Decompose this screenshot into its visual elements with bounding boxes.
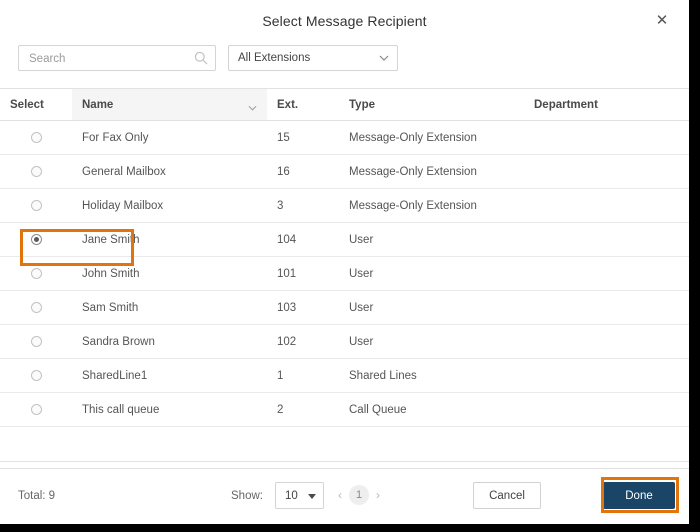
row-ext: 103 [267, 290, 339, 325]
row-name: Holiday Mailbox [72, 188, 267, 223]
row-ext: 1 [267, 358, 339, 393]
table-empty-filler [0, 427, 689, 462]
row-type: User [339, 222, 524, 257]
radio-button[interactable] [30, 403, 42, 415]
row-type: Message-Only Extension [339, 154, 524, 189]
radio-button[interactable] [30, 165, 42, 177]
column-header-name[interactable]: Name [72, 88, 267, 121]
row-select-cell[interactable] [0, 324, 72, 359]
page-size-select[interactable]: 10 [275, 482, 324, 509]
row-type: Shared Lines [339, 358, 524, 393]
column-header-ext[interactable]: Ext. [267, 88, 339, 121]
row-name: Sandra Brown [72, 324, 267, 359]
row-ext: 101 [267, 256, 339, 291]
table-row[interactable]: Sam Smith 103 User [0, 290, 689, 325]
pagination: ‹ 1 › [336, 484, 382, 506]
row-select-cell[interactable] [0, 120, 72, 155]
select-message-recipient-dialog: Select Message Recipient ✕ All Extension… [0, 0, 689, 524]
row-select-cell[interactable] [0, 222, 72, 257]
row-department [524, 392, 689, 427]
radio-button[interactable] [30, 267, 42, 279]
row-department [524, 188, 689, 223]
radio-button[interactable] [30, 301, 42, 313]
row-department [524, 120, 689, 155]
page-title: Select Message Recipient [262, 13, 427, 29]
row-name: Jane Smith [72, 222, 267, 257]
radio-button[interactable] [30, 335, 42, 347]
row-select-cell[interactable] [0, 358, 72, 393]
recipients-table: Select Name Ext. Type Department For Fax… [0, 88, 689, 427]
total-count-label: Total: 9 [18, 490, 56, 502]
row-select-cell[interactable] [0, 392, 72, 427]
search-icon [194, 51, 208, 65]
table-row[interactable]: For Fax Only 15 Message-Only Extension [0, 120, 689, 155]
table-row[interactable]: John Smith 101 User [0, 256, 689, 291]
chevron-left-icon[interactable]: ‹ [336, 488, 344, 502]
extension-filter-value: All Extensions [238, 52, 311, 64]
column-header-select[interactable]: Select [0, 88, 72, 121]
row-select-cell[interactable] [0, 188, 72, 223]
row-type: Message-Only Extension [339, 120, 524, 155]
radio-button[interactable] [30, 199, 42, 211]
search-box[interactable] [18, 45, 216, 72]
radio-button[interactable] [30, 369, 42, 381]
table-header-row: Select Name Ext. Type Department [0, 88, 689, 121]
row-select-cell[interactable] [0, 256, 72, 291]
row-type: User [339, 324, 524, 359]
row-name: Sam Smith [72, 290, 267, 325]
row-name: SharedLine1 [72, 358, 267, 393]
row-type: Message-Only Extension [339, 188, 524, 223]
chevron-down-icon [248, 102, 257, 111]
radio-button-selected[interactable] [30, 233, 42, 245]
row-ext: 16 [267, 154, 339, 189]
chevron-right-icon[interactable]: › [374, 488, 382, 502]
page-number-1[interactable]: 1 [349, 485, 369, 505]
dialog-footer: Total: 9 Show: 10 ‹ 1 › Cancel Done [0, 469, 689, 524]
table-row[interactable]: Jane Smith 104 User [0, 222, 689, 257]
row-ext: 104 [267, 222, 339, 257]
row-select-cell[interactable] [0, 290, 72, 325]
caret-down-icon [308, 494, 316, 499]
row-ext: 3 [267, 188, 339, 223]
row-department [524, 358, 689, 393]
row-department [524, 290, 689, 325]
row-ext: 102 [267, 324, 339, 359]
row-department [524, 222, 689, 257]
page-size-value: 10 [285, 490, 298, 502]
extension-filter-dropdown[interactable]: All Extensions [228, 45, 398, 71]
table-row[interactable]: This call queue 2 Call Queue [0, 392, 689, 427]
row-ext: 15 [267, 120, 339, 155]
row-department [524, 256, 689, 291]
row-department [524, 324, 689, 359]
column-header-type[interactable]: Type [339, 88, 524, 121]
row-name: John Smith [72, 256, 267, 291]
row-type: User [339, 290, 524, 325]
column-header-department[interactable]: Department [524, 88, 689, 121]
cancel-button[interactable]: Cancel [473, 482, 541, 509]
row-name: General Mailbox [72, 154, 267, 189]
done-button[interactable]: Done [603, 482, 675, 509]
row-ext: 2 [267, 392, 339, 427]
table-body: For Fax Only 15 Message-Only Extension Gene… [0, 120, 689, 427]
filter-toolbar: All Extensions [0, 42, 689, 88]
row-select-cell[interactable] [0, 154, 72, 189]
table-row[interactable]: Sandra Brown 102 User [0, 324, 689, 359]
table-row[interactable]: SharedLine1 1 Shared Lines [0, 358, 689, 393]
dialog-titlebar: Select Message Recipient ✕ [0, 0, 689, 42]
row-type: User [339, 256, 524, 291]
close-icon[interactable]: ✕ [653, 12, 671, 30]
row-name: For Fax Only [72, 120, 267, 155]
search-input[interactable] [27, 46, 191, 72]
row-name: This call queue [72, 392, 267, 427]
row-department [524, 154, 689, 189]
show-label: Show: [231, 490, 263, 502]
row-type: Call Queue [339, 392, 524, 427]
chevron-down-icon [379, 55, 389, 61]
radio-button[interactable] [30, 131, 42, 143]
table-row[interactable]: General Mailbox 16 Message-Only Extension [0, 154, 689, 189]
table-row[interactable]: Holiday Mailbox 3 Message-Only Extension [0, 188, 689, 223]
